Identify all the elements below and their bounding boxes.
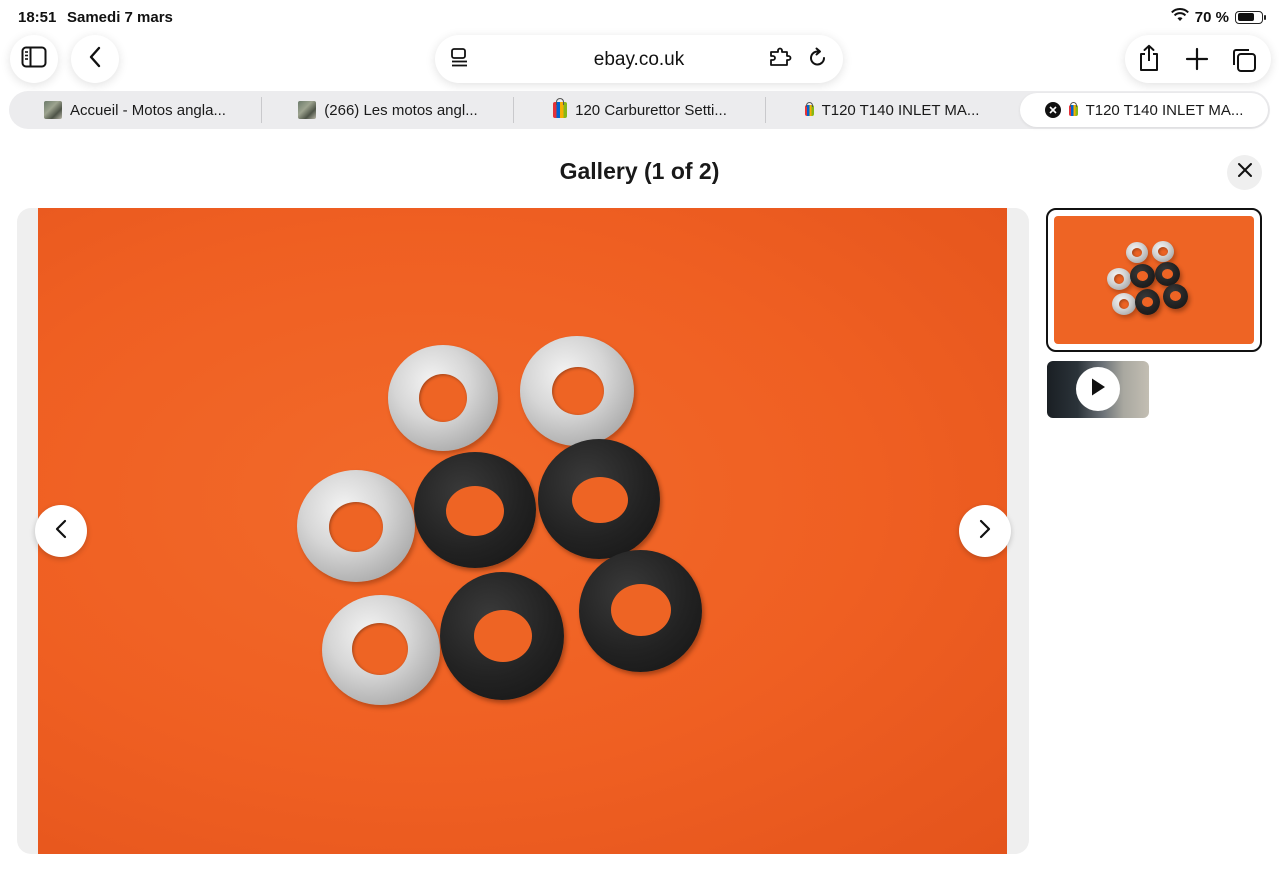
extension-icon[interactable] — [768, 47, 794, 74]
tabs-overview-icon[interactable] — [1231, 47, 1257, 78]
rubber-washer — [538, 439, 660, 559]
ebay-bag-icon — [804, 101, 814, 116]
rubber-washer — [414, 452, 536, 568]
sidebar-button[interactable] — [10, 35, 58, 83]
new-tab-icon[interactable] — [1185, 47, 1209, 76]
play-button[interactable] — [1076, 367, 1120, 411]
rubber-washer — [1163, 284, 1188, 309]
next-image-button[interactable] — [959, 505, 1011, 557]
status-time: 18:51 — [18, 9, 57, 26]
status-indicators: 70 % — [1170, 8, 1266, 26]
product-photo — [38, 208, 1007, 854]
play-icon — [1089, 377, 1107, 402]
status-bar: 18:51 Samedi 7 mars 70 % — [0, 0, 1279, 34]
tab-title: (266) Les motos angl... — [324, 101, 478, 119]
metal-washer — [1107, 268, 1131, 290]
tab-inlet-1[interactable]: T120 T140 INLET MA... — [766, 91, 1018, 129]
toolbar-actions — [1125, 35, 1271, 83]
metal-washer — [297, 470, 415, 582]
rubber-washer — [1135, 289, 1160, 315]
wifi-icon — [1170, 8, 1189, 26]
close-icon — [1237, 162, 1253, 183]
ebay-bag-icon — [553, 98, 568, 118]
metal-washer — [1126, 242, 1148, 263]
gallery-close-button[interactable] — [1227, 155, 1262, 190]
thumbnail-photo — [1054, 216, 1254, 344]
back-button[interactable] — [71, 35, 119, 83]
share-icon[interactable] — [1137, 44, 1161, 77]
battery-percent: 70 % — [1194, 8, 1229, 26]
metal-washer — [322, 595, 440, 705]
rubber-washer — [1130, 264, 1155, 288]
thumbnail-video-2[interactable] — [1047, 361, 1149, 418]
status-date: Samedi 7 mars — [67, 9, 173, 26]
gallery-title: Gallery (1 of 2) — [559, 158, 720, 184]
tab-title: Accueil - Motos angla... — [70, 101, 226, 119]
rubber-washer — [579, 550, 702, 672]
address-bar[interactable]: ebay.co.uk — [435, 35, 843, 83]
tab-carburettor[interactable]: 120 Carburettor Setti... — [514, 91, 766, 129]
tab-close-icon[interactable] — [1044, 102, 1061, 118]
sidebar-icon — [21, 46, 47, 73]
tab-accueil[interactable]: Accueil - Motos angla... — [9, 91, 261, 129]
tab-title: T120 T140 INLET MA... — [1085, 101, 1244, 119]
back-icon — [88, 46, 102, 73]
gallery-viewer — [17, 208, 1029, 854]
chevron-right-icon — [979, 519, 991, 544]
tab-les-motos[interactable]: (266) Les motos angl... — [262, 91, 514, 129]
site-favicon-icon — [298, 101, 317, 119]
metal-washer — [520, 336, 634, 446]
rubber-washer — [1155, 262, 1180, 286]
metal-washer — [1112, 293, 1136, 315]
battery-fill — [1237, 13, 1254, 21]
site-favicon-icon — [44, 101, 63, 119]
reload-icon[interactable] — [807, 47, 829, 74]
tab-strip: Accueil - Motos angla... (266) Les motos… — [9, 91, 1270, 129]
previous-image-button[interactable] — [35, 505, 87, 557]
thumbnail-image-1[interactable] — [1046, 208, 1262, 352]
tab-inlet-active[interactable]: T120 T140 INLET MA... — [1020, 93, 1268, 127]
metal-washer — [388, 345, 498, 451]
ebay-bag-icon — [1068, 101, 1078, 116]
tab-title: 120 Carburettor Setti... — [575, 101, 727, 119]
battery-icon — [1235, 10, 1266, 24]
metal-washer — [1152, 241, 1174, 262]
rubber-washer — [440, 572, 564, 700]
tab-title: T120 T140 INLET MA... — [821, 101, 980, 119]
chevron-left-icon — [55, 519, 67, 544]
